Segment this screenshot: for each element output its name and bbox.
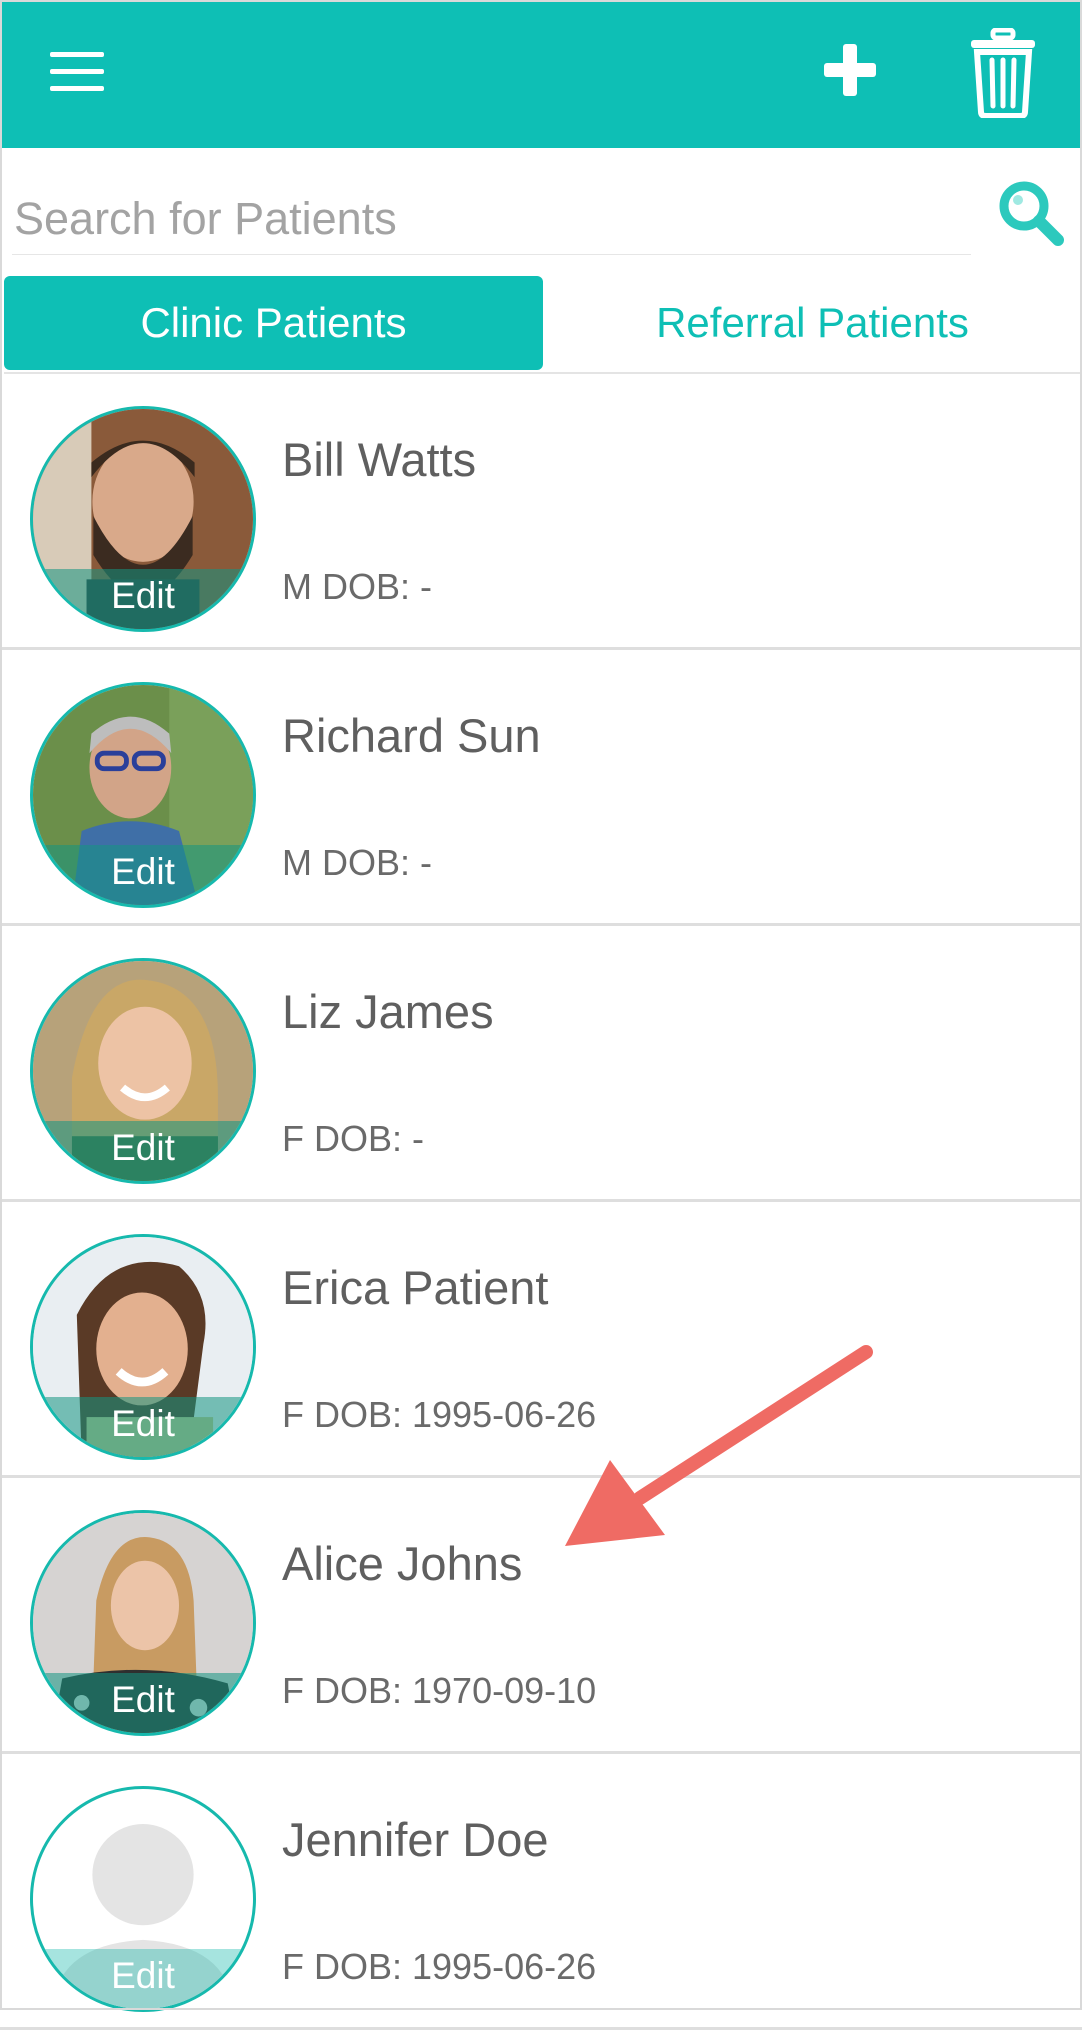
trash-icon: [971, 27, 1035, 119]
edit-photo-button[interactable]: Edit: [33, 845, 253, 905]
edit-photo-button[interactable]: Edit: [33, 569, 253, 629]
avatar: Edit: [30, 958, 256, 1184]
patient-row[interactable]: Edit Bill Watts M DOB: -: [0, 374, 1082, 650]
patient-name: Bill Watts: [282, 433, 477, 486]
tab-clinic-patients[interactable]: Clinic Patients: [4, 276, 543, 370]
edit-photo-button[interactable]: Edit: [33, 1673, 253, 1733]
patient-row[interactable]: Edit Jennifer Doe F DOB: 1995-06-26: [0, 1754, 1082, 2030]
patient-row[interactable]: Edit Richard Sun M DOB: -: [0, 650, 1082, 926]
patient-gender-dob: F DOB: 1995-06-26: [282, 1394, 597, 1435]
hamburger-menu-icon[interactable]: [50, 52, 104, 92]
delete-button[interactable]: [968, 27, 1038, 119]
plus-icon: [824, 44, 876, 96]
patient-name: Erica Patient: [282, 1261, 549, 1314]
patient-gender-dob: F DOB: 1995-06-26: [282, 1946, 597, 1987]
patient-row[interactable]: Edit Liz James F DOB: -: [0, 926, 1082, 1202]
search-icon[interactable]: [996, 178, 1066, 248]
patient-row[interactable]: Edit Alice Johns F DOB: 1970-09-10: [0, 1478, 1082, 1754]
edit-photo-button[interactable]: Edit: [33, 1121, 253, 1181]
avatar: Edit: [30, 1234, 256, 1460]
avatar: Edit: [30, 1510, 256, 1736]
tab-referral-patients[interactable]: Referral Patients: [543, 276, 1082, 370]
edit-photo-button[interactable]: Edit: [33, 1949, 253, 2009]
patient-gender-dob: F DOB: 1970-09-10: [282, 1670, 597, 1711]
patient-tabs: Clinic Patients Referral Patients: [4, 276, 1082, 374]
edit-photo-button[interactable]: Edit: [33, 1397, 253, 1457]
patient-name: Alice Johns: [282, 1537, 523, 1590]
patient-gender-dob: M DOB: -: [282, 842, 432, 883]
add-patient-button[interactable]: [820, 40, 880, 100]
avatar: Edit: [30, 1786, 256, 2012]
search-input[interactable]: [12, 184, 971, 255]
search-bar: [0, 148, 1082, 274]
patient-list: Edit Bill Watts M DOB: - Edit Richard Su…: [0, 374, 1082, 2030]
app-header: [0, 0, 1082, 148]
avatar: Edit: [30, 406, 256, 632]
patient-name: Liz James: [282, 985, 494, 1038]
patient-row[interactable]: Edit Erica Patient F DOB: 1995-06-26: [0, 1202, 1082, 1478]
patient-gender-dob: M DOB: -: [282, 566, 432, 607]
patient-name: Jennifer Doe: [282, 1813, 549, 1866]
patient-name: Richard Sun: [282, 709, 541, 762]
avatar: Edit: [30, 682, 256, 908]
patient-gender-dob: F DOB: -: [282, 1118, 424, 1159]
